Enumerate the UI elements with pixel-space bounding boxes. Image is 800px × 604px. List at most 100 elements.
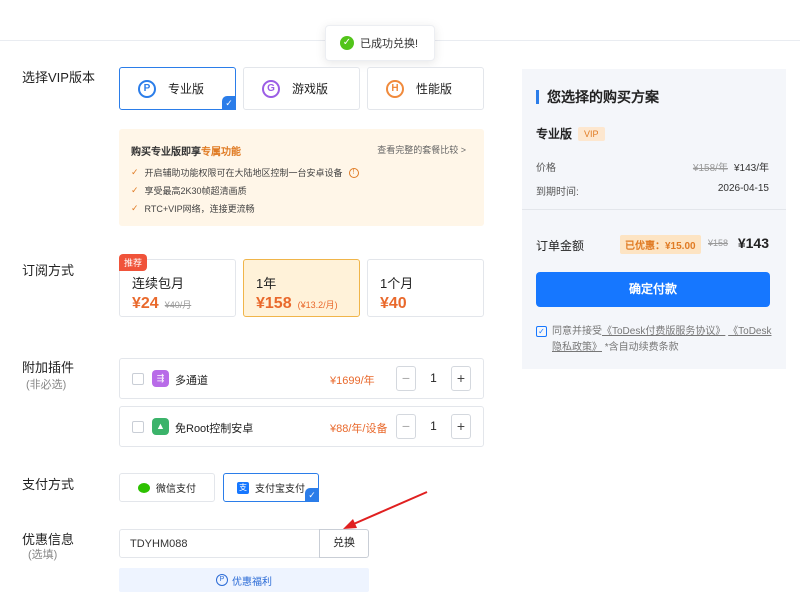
plan-monthly-auto[interactable]: 推荐 连续包月 ¥24 ¥40/月: [119, 254, 236, 317]
addon-price: ¥1699/年: [330, 375, 375, 387]
version-option-performance[interactable]: H 性能版: [367, 67, 484, 110]
order-summary-panel: 您选择的购买方案 专业版 VIP 价格 ¥158/年 ¥143/年 到期时间: 2…: [522, 69, 786, 369]
feature-item: ✓ 享受最高2K30帧超清画质: [131, 184, 247, 197]
plan-price-value: ¥40: [380, 295, 407, 312]
decrement-button[interactable]: −: [396, 414, 416, 439]
edition-name: 专业版: [536, 127, 573, 141]
arrow-shaft: [348, 491, 428, 527]
auto-renew-note: *含自动续费条款: [604, 342, 679, 353]
price-label: 价格: [536, 163, 556, 174]
performance-icon: H: [386, 79, 404, 98]
feature-title: 购买专业版即享专属功能: [131, 143, 241, 158]
expire-label: 到期时间:: [536, 187, 579, 198]
android-icon: ▲: [152, 418, 169, 435]
version-label: 选择VIP版本: [22, 70, 95, 85]
expire-value: 2026-04-15: [717, 183, 769, 194]
annotation-arrow: [343, 491, 428, 529]
coupon-icon: P: [216, 574, 228, 586]
addon-price: ¥88/年/设备: [330, 423, 388, 435]
pay-option-label: 微信支付: [156, 484, 196, 495]
addon-noroot-android: ▲ 免Root控制安卓 ¥88/年/设备 − 1 +: [119, 406, 484, 447]
plan-yearly[interactable]: 1年 ¥158 (¥13.2/月): [243, 259, 360, 317]
summary-divider: [522, 209, 786, 210]
selected-check-icon: ✓: [305, 488, 319, 502]
check-icon: ✓: [131, 203, 139, 213]
success-toast: ✓ 已成功兑换!: [325, 25, 435, 61]
agree-checkbox[interactable]: ✓: [536, 326, 547, 337]
feature-title-highlight: 专属功能: [201, 147, 241, 158]
addon-name: 免Root控制安卓: [175, 423, 254, 435]
addons-label: 附加插件: [22, 360, 75, 375]
pay-wechat[interactable]: 微信支付: [119, 473, 215, 502]
total-old: ¥158: [708, 238, 729, 248]
decrement-button[interactable]: −: [396, 366, 416, 391]
check-icon: ✓: [131, 167, 139, 177]
check-circle-icon: ✓: [340, 36, 354, 50]
addons-sublabel: (非必选): [26, 379, 67, 391]
plan-price: ¥158 (¥13.2/月): [256, 295, 338, 313]
price-old: ¥158/年: [692, 163, 728, 174]
plan-old-price: ¥40/月: [164, 300, 192, 310]
total-label: 订单金额: [536, 239, 585, 253]
version-option-pro[interactable]: P 专业版 ✓: [119, 67, 236, 110]
agree-prefix: 同意并接受: [552, 326, 602, 337]
plan-name: 1个月: [380, 276, 414, 291]
total-amount: ¥143: [737, 235, 769, 251]
info-icon[interactable]: !: [348, 167, 359, 178]
version-option-label: 性能版: [416, 82, 453, 96]
version-option-label: 专业版: [168, 82, 205, 96]
feature-item: ✓ RTC+VIP网络，连接更流畅: [131, 202, 255, 215]
quantity-stepper: − 1 +: [396, 414, 471, 439]
plan-one-month[interactable]: 1个月 ¥40: [367, 259, 484, 317]
multichannel-icon: ⇶: [152, 370, 169, 387]
plan-price-value: ¥158: [256, 295, 292, 312]
agreement: ✓ 同意并接受《ToDesk付费版服务协议》 《ToDesk隐私政策》 *含自动…: [536, 324, 776, 356]
increment-button[interactable]: +: [451, 414, 471, 439]
quantity-stepper: − 1 +: [396, 366, 471, 391]
check-icon: ✓: [131, 185, 139, 195]
service-agreement-link[interactable]: 《ToDesk付费版服务协议》: [602, 326, 725, 337]
plan-price-value: ¥24: [132, 295, 159, 312]
pay-alipay[interactable]: 支 支付宝支付 ✓: [223, 473, 319, 502]
price-new: ¥143/年: [733, 163, 769, 174]
game-icon: G: [262, 79, 280, 98]
summary-edition: 专业版 VIP: [536, 125, 605, 142]
quantity-value: 1: [430, 419, 437, 433]
quantity-value: 1: [430, 371, 437, 385]
welfare-banner[interactable]: P 优惠福利: [119, 568, 369, 592]
selected-check-icon: ✓: [222, 96, 236, 110]
confirm-pay-button[interactable]: 确定付款: [536, 272, 770, 307]
addon-checkbox[interactable]: [132, 421, 144, 433]
feature-title-prefix: 购买专业版即享: [131, 147, 201, 158]
price-value: ¥158/年 ¥143/年: [693, 159, 769, 174]
subscription-label: 订阅方式: [22, 263, 75, 278]
feature-text: 开启辅助功能权限可在大陆地区控制一台安卓设备: [144, 168, 343, 178]
version-option-game[interactable]: G 游戏版: [243, 67, 360, 110]
discount-badge: 已优惠：¥15.00: [620, 235, 701, 254]
version-option-label: 游戏版: [292, 82, 329, 96]
purchase-page: ✓ 已成功兑换! 选择VIP版本 P 专业版 ✓ G 游戏版 H 性能版 购买专…: [0, 0, 800, 604]
compare-link[interactable]: 查看完整的套餐比较 >: [377, 143, 466, 156]
vip-badge: VIP: [578, 126, 605, 141]
feature-text: 享受最高2K30帧超清画质: [144, 186, 247, 196]
plan-price: ¥40: [380, 295, 407, 313]
toast-text: 已成功兑换!: [360, 38, 419, 50]
arrow-head: [343, 519, 357, 529]
plan-price: ¥24 ¥40/月: [132, 295, 191, 313]
feature-text: RTC+VIP网络，连接更流畅: [144, 204, 255, 214]
plan-name: 1年: [256, 276, 277, 291]
payment-label: 支付方式: [22, 477, 75, 492]
plan-per-month: (¥13.2/月): [297, 300, 338, 310]
pay-option-label: 支付宝支付: [255, 484, 305, 495]
feature-box: 购买专业版即享专属功能 查看完整的套餐比较 > ✓ 开启辅助功能权限可在大陆地区…: [119, 129, 484, 226]
wechat-icon: [138, 482, 150, 493]
increment-button[interactable]: +: [451, 366, 471, 391]
pro-icon: P: [138, 79, 156, 98]
addon-name: 多通道: [175, 375, 208, 387]
alipay-icon: 支: [237, 481, 249, 494]
coupon-input[interactable]: TDYHM088: [119, 529, 320, 558]
addon-multichannel: ⇶ 多通道 ¥1699/年 − 1 +: [119, 358, 484, 399]
addon-checkbox[interactable]: [132, 373, 144, 385]
summary-title: 您选择的购买方案: [536, 90, 659, 104]
redeem-button[interactable]: 兑换: [319, 529, 369, 558]
